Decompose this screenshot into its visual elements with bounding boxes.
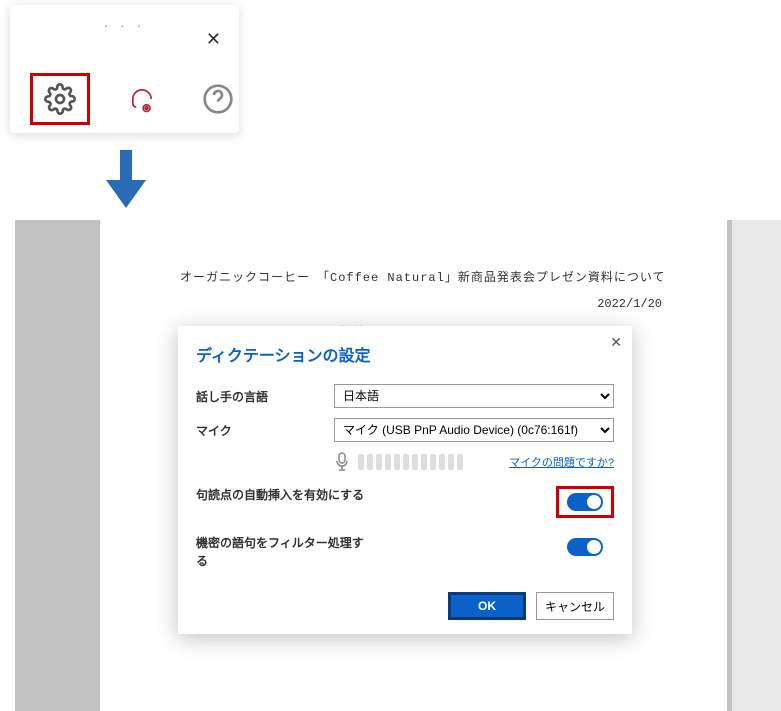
auto-punct-toggle[interactable] (567, 493, 603, 511)
settings-button[interactable] (30, 73, 90, 125)
voice-help-button[interactable] (118, 75, 166, 123)
close-icon[interactable]: ✕ (206, 29, 221, 50)
headset-icon (128, 83, 156, 115)
dialog-title: ディクテーションの設定 (196, 342, 614, 366)
ok-button[interactable]: OK (448, 592, 526, 620)
arrow-down-icon (102, 150, 150, 210)
language-label: 話し手の言語 (196, 388, 334, 405)
drag-handle-icon[interactable]: · · · (104, 17, 146, 33)
language-select[interactable]: 日本語 (334, 384, 614, 408)
filter-toggle[interactable] (567, 538, 603, 556)
microphone-icon (334, 452, 350, 472)
mic-label: マイク (196, 422, 334, 439)
dictation-toolbar: · · · ✕ (10, 5, 239, 133)
auto-punct-label: 句読点の自動挿入を有効にする (196, 486, 366, 504)
close-icon[interactable]: ✕ (610, 334, 622, 351)
gear-icon (44, 83, 76, 115)
dictation-settings-dialog: ✕ ディクテーションの設定 話し手の言語 日本語 マイク マイク (USB Pn… (178, 326, 632, 634)
mic-troubleshoot-link[interactable]: マイクの問題ですか? (509, 454, 614, 470)
filter-label: 機密の語句をフィルター処理する (196, 534, 366, 570)
mic-level-meter (358, 454, 501, 470)
help-button[interactable] (194, 75, 242, 123)
doc-date: 2022/1/20 (180, 294, 672, 316)
help-icon (202, 83, 234, 115)
doc-title: オーガニックコーヒー 「Coffee Natural」新商品発表会プレゼン資料に… (180, 268, 672, 290)
highlight-box (556, 486, 614, 518)
mic-select[interactable]: マイク (USB PnP Audio Device) (0c76:161f) (334, 418, 614, 442)
cancel-button[interactable]: キャンセル (536, 592, 614, 620)
